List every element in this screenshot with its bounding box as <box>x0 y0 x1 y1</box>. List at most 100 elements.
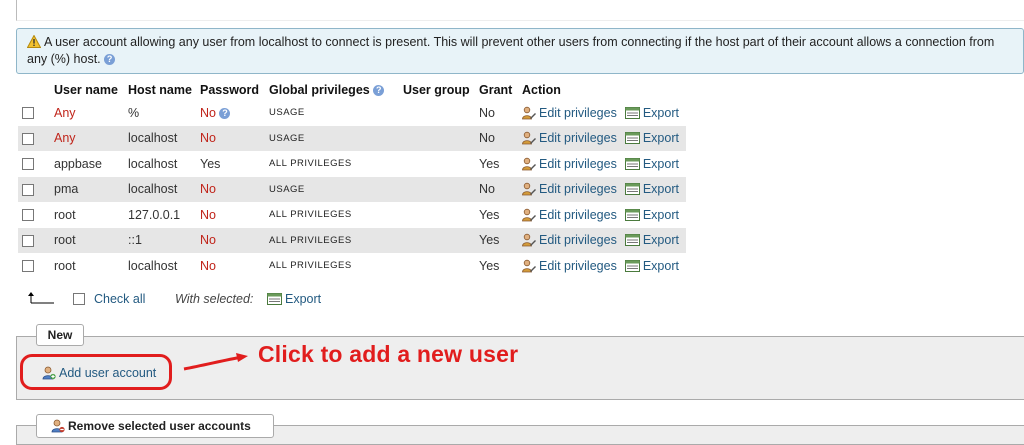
row-select-cell <box>18 151 50 177</box>
header-host-name[interactable]: Host name <box>124 80 196 100</box>
export-label: Export <box>642 258 679 273</box>
row-checkbox[interactable] <box>22 209 34 222</box>
export-link[interactable]: Export <box>617 157 679 171</box>
table-row: root localhost No ALL PRIVILEGES Yes Edit pri… <box>18 253 686 279</box>
arrow-up-icon <box>28 292 54 304</box>
check-all-label[interactable]: Check all <box>94 292 145 306</box>
export-label: Export <box>642 131 679 146</box>
privileges-cell: USAGE <box>265 176 399 202</box>
header-password[interactable]: Password <box>196 80 265 100</box>
export-icon <box>624 183 640 196</box>
header-global-privileges: Global privileges ? <box>265 80 399 100</box>
table-row: appbase localhost Yes ALL PRIVILEGES Yes Edit… <box>18 151 686 177</box>
header-action: Action <box>518 80 686 100</box>
header-user-name[interactable]: User name <box>50 80 124 100</box>
password-cell: No <box>196 253 265 279</box>
export-link[interactable]: Export <box>617 259 679 273</box>
top-panel-edge <box>16 0 1024 21</box>
export-link[interactable]: Export <box>617 233 679 247</box>
notice-text: A user account allowing any user from lo… <box>27 35 995 66</box>
export-icon <box>267 293 282 305</box>
grant-cell: Yes <box>475 227 518 253</box>
row-select-cell <box>18 202 50 228</box>
user-group-cell <box>399 125 475 151</box>
export-icon <box>624 234 640 247</box>
export-icon <box>624 157 640 170</box>
edit-privileges-link[interactable]: Edit privileges <box>522 208 617 222</box>
remove-user-icon <box>51 419 65 433</box>
row-checkbox[interactable] <box>22 132 34 145</box>
user-name-cell: root <box>54 207 76 222</box>
table-row: Any localhost No USAGE No Edit privileges Expo… <box>18 125 686 151</box>
row-checkbox[interactable] <box>22 107 34 120</box>
password-cell: No <box>196 202 265 228</box>
password-value: Yes <box>200 156 221 171</box>
edit-privileges-icon <box>522 183 536 196</box>
export-icon <box>624 132 640 145</box>
row-select-cell <box>18 176 50 202</box>
password-cell: No <box>196 176 265 202</box>
export-icon <box>624 106 640 119</box>
action-cell: Edit privileges Export <box>518 227 686 253</box>
export-link[interactable]: Export <box>617 208 679 222</box>
table-row: root 127.0.0.1 No ALL PRIVILEGES Yes Edit pri… <box>18 202 686 228</box>
edit-privileges-link[interactable]: Edit privileges <box>522 106 617 120</box>
grant-cell: No <box>479 105 495 120</box>
table-row: Any% No ? USAGE No Edit privileges Export <box>18 100 686 126</box>
warning-icon <box>27 35 41 48</box>
privileges-cell: USAGE <box>265 125 399 151</box>
action-cell: Edit privileges Export <box>518 125 686 151</box>
edit-privileges-link[interactable]: Edit privileges <box>522 131 617 145</box>
edit-privileges-icon <box>522 234 536 247</box>
help-icon[interactable]: ? <box>373 85 385 97</box>
remove-section-label: Remove selected user accounts <box>68 419 251 433</box>
row-checkbox[interactable] <box>22 183 34 196</box>
with-selected-label: With selected: <box>175 292 254 306</box>
privileges-cell: ALL PRIVILEGES <box>269 260 352 272</box>
edit-privileges-link[interactable]: Edit privileges <box>522 182 617 196</box>
global-privileges-label: Global privileges <box>269 83 370 97</box>
user-name-cell: Any <box>50 125 124 151</box>
export-label: Export <box>642 233 679 248</box>
row-checkbox[interactable] <box>22 234 34 247</box>
host-name-cell: localhost <box>124 176 196 202</box>
row-checkbox[interactable] <box>22 260 34 273</box>
edit-privileges-label: Edit privileges <box>539 207 617 222</box>
edit-privileges-label: Edit privileges <box>539 233 617 248</box>
export-link[interactable]: Export <box>617 106 679 120</box>
password-value: No <box>200 207 216 222</box>
user-accounts-table: User name Host name Password Global priv… <box>18 80 686 279</box>
header-user-group[interactable]: User group <box>399 80 475 100</box>
header-select <box>18 80 50 100</box>
export-label: Export <box>642 207 679 222</box>
export-link[interactable]: Export <box>617 131 679 145</box>
table-header-row: User name Host name Password Global priv… <box>18 80 686 100</box>
export-link[interactable]: Export <box>617 182 679 196</box>
help-icon[interactable]: ? <box>104 54 116 66</box>
edit-privileges-link[interactable]: Edit privileges <box>522 233 617 247</box>
grant-cell: No <box>475 125 518 151</box>
export-label: Export <box>642 182 679 197</box>
user-name-cell: root <box>54 258 76 273</box>
action-cell: Edit privileges Export <box>518 176 686 202</box>
edit-privileges-link[interactable]: Edit privileges <box>522 259 617 273</box>
password-cell: No <box>196 125 265 151</box>
edit-privileges-link[interactable]: Edit privileges <box>522 157 617 171</box>
password-value: No <box>200 105 216 120</box>
action-cell: Edit privileges Export <box>518 151 686 177</box>
export-icon <box>624 208 640 221</box>
password-value: No <box>200 233 216 248</box>
header-grant[interactable]: Grant <box>475 80 518 100</box>
host-name-cell: % <box>128 105 140 120</box>
remove-section-legend: Remove selected user accounts <box>36 414 274 438</box>
host-name-cell: localhost <box>124 125 196 151</box>
password-value: No <box>200 182 216 197</box>
export-selected-button[interactable]: Export <box>267 292 321 306</box>
check-all-checkbox[interactable] <box>73 293 85 305</box>
password-value: No <box>200 131 216 146</box>
row-select-cell <box>18 100 50 126</box>
row-checkbox[interactable] <box>22 158 34 171</box>
password-cell: No <box>196 227 265 253</box>
edit-privileges-label: Edit privileges <box>539 105 617 120</box>
help-icon[interactable]: ? <box>219 107 231 119</box>
